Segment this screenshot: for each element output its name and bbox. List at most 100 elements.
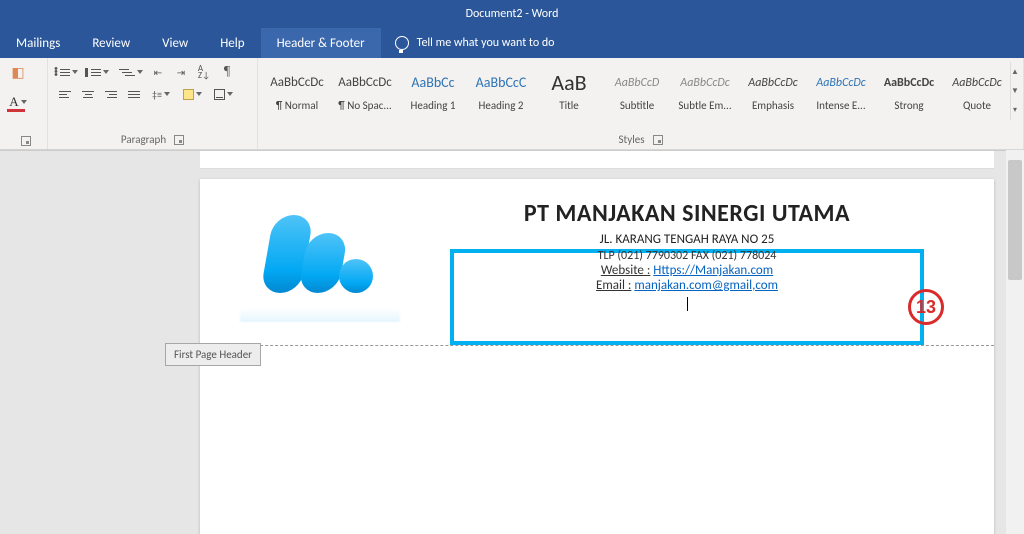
style-card[interactable]: AaBbCcDcQuote [944,62,1010,116]
style-name: Subtitle [620,99,654,112]
annotation-badge: 13 [908,289,944,325]
text-cursor [687,297,688,311]
highlight-box: TLP (021) 7790302 FAX (021) 778024 Websi… [450,249,924,345]
style-preview: AaBbCcDc [748,67,797,99]
paragraph-dialog-launcher[interactable] [174,135,184,145]
ribbon-body: ◧ A ⇤ ⇥ AZ↓ ¶ ‡≡ P [0,58,1024,150]
gallery-down-button[interactable]: ▼ [1011,81,1019,100]
style-name: ¶ No Spac... [338,99,391,112]
style-card[interactable]: AaBbCcHeading 1 [400,62,466,116]
company-logo[interactable] [240,199,400,309]
style-preview: AaBbCcD [615,67,659,99]
style-preview: AaBbCc [411,67,454,99]
tell-me-label: Tell me what you want to do [417,36,555,50]
tab-review[interactable]: Review [76,28,146,58]
email-link[interactable]: manjakan.com@gmail,com [634,278,778,293]
gallery-up-button[interactable]: ▲ [1011,62,1019,81]
style-card[interactable]: AaBbCcDcSubtle Em... [672,62,738,116]
style-preview: AaBbCcDc [338,67,392,99]
title-bar: Document2 - Word [0,0,1024,28]
header-boundary-line [200,345,994,346]
align-center-button[interactable] [77,84,99,104]
style-preview: AaBbCcDc [680,67,729,99]
style-preview: AaBbCcDc [952,67,1001,99]
company-address: JL. KARANG TENGAH RAYA NO 25 [420,232,954,247]
company-name: PT MANJAKAN SINERGI UTAMA [420,199,954,228]
style-preview: AaB [551,67,586,99]
style-name: Heading 1 [411,99,456,112]
style-card[interactable]: AaBbCcDSubtitle [604,62,670,116]
styles-dialog-launcher[interactable] [653,135,663,145]
eraser-icon: ◧ [11,64,24,81]
multilevel-list-button[interactable] [116,62,146,82]
font-group: ◧ A [0,58,48,149]
align-left-button[interactable] [54,84,76,104]
ribbon-tabs: Mailings Review View Help Header & Foote… [0,28,1024,58]
styles-group-label: Styles [618,133,644,146]
font-color-icon: A [9,94,18,110]
style-preview: AaBbCcDc [884,67,934,99]
style-card[interactable]: AaBbCcDc¶ No Spac... [332,62,398,116]
horizontal-ruler[interactable] [200,151,994,169]
tab-mailings[interactable]: Mailings [0,28,76,58]
company-phone: TLP (021) 7790302 FAX (021) 778024 [484,249,890,263]
gallery-more-button[interactable]: ▾ [1011,101,1019,120]
vertical-scrollbar[interactable] [1006,150,1024,534]
style-card[interactable]: AaBbCcDcEmphasis [740,62,806,116]
sort-button[interactable]: AZ↓ [193,62,215,82]
styles-group: AaBbCcDc¶ NormalAaBbCcDc¶ No Spac...AaBb… [258,58,1024,149]
tab-view[interactable]: View [146,28,204,58]
style-preview: AaBbCcDc [270,67,324,99]
style-card[interactable]: AaBbCcDc¶ Normal [264,62,330,116]
style-card[interactable]: AaBTitle [536,62,602,116]
style-name: Emphasis [752,99,794,112]
font-color-button[interactable]: A [6,92,30,112]
clear-formatting-button[interactable]: ◧ [6,62,30,82]
document-page[interactable]: PT MANJAKAN SINERGI UTAMA JL. KARANG TEN… [200,179,994,534]
company-email-line: Email : manjakan.com@gmail,com [484,278,890,293]
style-name: Intense E... [816,99,865,112]
company-website-line: Website : Https://Manjakan.com [484,263,890,278]
first-page-header-tag[interactable]: First Page Header [165,343,261,366]
tab-help[interactable]: Help [204,28,260,58]
pilcrow-icon: ¶ [224,64,230,80]
chevron-down-icon [21,100,27,104]
style-name: Strong [894,99,923,112]
tell-me-search[interactable]: Tell me what you want to do [381,28,569,58]
style-card[interactable]: AaBbCcCHeading 2 [468,62,534,116]
style-preview: AaBbCcC [476,67,527,99]
lightbulb-icon [395,36,409,50]
letterhead-header[interactable]: PT MANJAKAN SINERGI UTAMA JL. KARANG TEN… [240,199,954,345]
numbering-button[interactable] [85,62,115,82]
style-preview: AaBbCcDc [816,67,865,99]
scrollbar-thumb[interactable] [1008,160,1022,280]
border-icon [214,89,225,100]
bullets-button[interactable] [54,62,84,82]
decrease-indent-button[interactable]: ⇤ [147,62,169,82]
increase-indent-button[interactable]: ⇥ [170,62,192,82]
website-label: Website : [601,263,651,278]
styles-gallery-scroll[interactable]: ▲ ▼ ▾ [1010,62,1019,120]
style-name: Heading 2 [479,99,524,112]
document-area: PT MANJAKAN SINERGI UTAMA JL. KARANG TEN… [0,150,1024,534]
paragraph-group: ⇤ ⇥ AZ↓ ¶ ‡≡ Paragraph [48,58,258,149]
font-dialog-launcher[interactable] [21,136,31,146]
window-title: Document2 - Word [466,7,559,21]
style-name: ¶ Normal [276,99,318,112]
style-card[interactable]: AaBbCcDcIntense E... [808,62,874,116]
paragraph-group-label: Paragraph [121,133,166,146]
show-paragraph-marks-button[interactable]: ¶ [216,62,238,82]
shading-button[interactable] [177,84,207,104]
style-name: Subtle Em... [678,99,731,112]
style-name: Quote [963,99,991,112]
style-card[interactable]: AaBbCcDcStrong [876,62,942,116]
tab-header-footer[interactable]: Header & Footer [261,28,381,58]
line-spacing-button[interactable]: ‡≡ [146,84,176,104]
website-link[interactable]: Https://Manjakan.com [653,263,773,278]
justify-button[interactable] [123,84,145,104]
style-name: Title [559,99,579,112]
email-label: Email : [596,278,631,293]
paint-bucket-icon [183,89,194,100]
align-right-button[interactable] [100,84,122,104]
borders-button[interactable] [208,84,238,104]
